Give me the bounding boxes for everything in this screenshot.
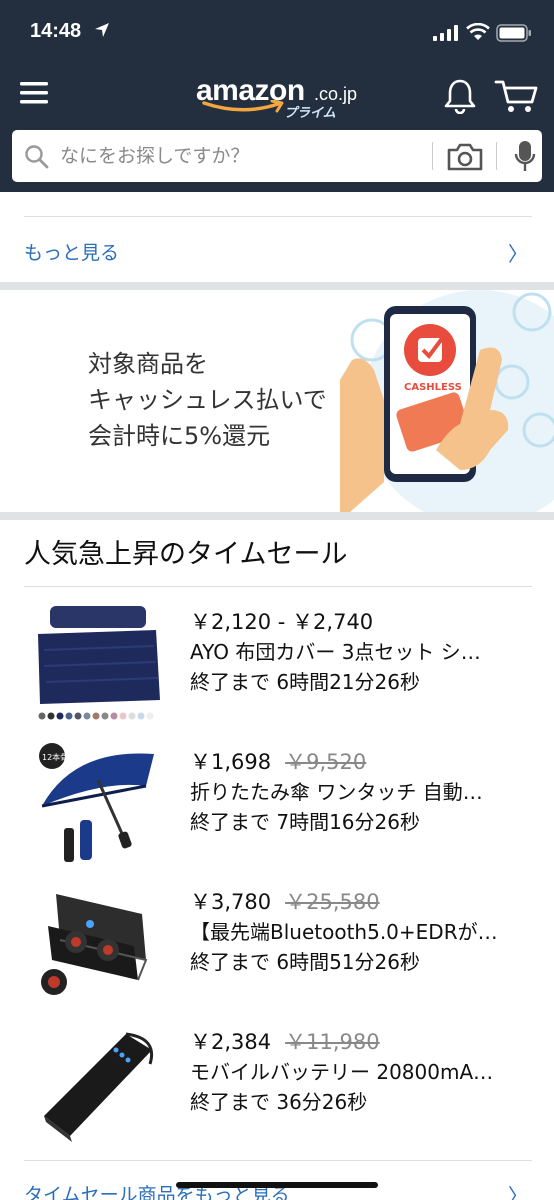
banner-text: 対象商品を キャッシュレス払いで 会計時に5%還元 <box>88 346 327 454</box>
product-image-earbuds <box>34 880 162 1004</box>
product-image-power-bank <box>34 1020 162 1144</box>
search-divider <box>432 142 433 170</box>
product-image-duvet-cover <box>34 600 162 724</box>
deal-item[interactable]: ￥3,780 ￥25,580 【最先端Bluetooth5.0+EDRが… 終了ま… <box>0 872 554 1012</box>
cashless-label: CASHLESS <box>404 382 462 393</box>
amazon-logo[interactable]: amazon .co.jp プライム <box>196 74 366 121</box>
wifi-icon <box>466 23 490 40</box>
product-image-umbrella: 12本骨 <box>34 740 162 864</box>
cart-icon[interactable] <box>494 78 538 114</box>
search-divider <box>496 142 497 170</box>
section-separator <box>0 512 554 520</box>
deal-title: 【最先端Bluetooth5.0+EDRが… <box>190 920 498 944</box>
location-arrow-icon <box>95 23 109 37</box>
logo-prime-label: プライム <box>284 106 336 121</box>
nav-bar: amazon .co.jp プライム <box>0 70 554 126</box>
see-more-label: もっと見る <box>24 242 120 264</box>
notification-bell-icon[interactable] <box>444 78 476 114</box>
deal-title: AYO 布団カバー 3点セット シ… <box>190 640 481 664</box>
banner-line: 対象商品を <box>88 350 208 378</box>
deal-title: モバイルバッテリー 20800mA… <box>190 1060 494 1084</box>
deal-price: ￥1,698 <box>190 750 272 774</box>
status-time: 14:48 <box>30 20 82 42</box>
deal-price-row: ￥2,120 - ￥2,740 <box>190 606 373 636</box>
deal-price: ￥2,120 - ￥2,740 <box>190 610 374 634</box>
divider <box>24 586 532 587</box>
banner-line: 会計時に5%還元 <box>88 422 271 450</box>
deal-item[interactable]: ￥2,384 ￥11,980 モバイルバッテリー 20800mA… 終了まで 36… <box>0 1012 554 1152</box>
banner-line: キャッシュレス払いで <box>88 386 327 414</box>
deal-timer: 終了まで 6時間51分26秒 <box>190 950 420 974</box>
see-more-link[interactable]: もっと見る 〉 <box>0 218 554 280</box>
camera-icon[interactable] <box>446 142 484 172</box>
chevron-right-icon: 〉 <box>508 1184 528 1200</box>
search-icon <box>25 145 49 169</box>
deal-price-row: ￥1,698 ￥9,520 <box>190 746 366 776</box>
deal-title: 折りたたみ傘 ワンタッチ 自動… <box>190 780 483 804</box>
section-separator <box>0 282 554 290</box>
home-indicator[interactable] <box>176 1182 378 1188</box>
divider <box>24 216 532 217</box>
deal-timer: 終了まで 36分26秒 <box>190 1090 368 1114</box>
amazon-smile-icon <box>202 100 284 113</box>
search-bar <box>12 130 542 182</box>
deal-item[interactable]: ￥2,120 - ￥2,740 AYO 布団カバー 3点セット シ… 終了まで … <box>0 592 554 732</box>
microphone-icon[interactable] <box>514 140 536 174</box>
cashless-phone-illustration: CASHLESS <box>340 290 554 512</box>
app-header: 14:48 amazon .co.jp プライム なにをお探しですか？ <box>0 0 554 192</box>
search-input[interactable] <box>60 130 420 182</box>
cellular-signal-icon <box>433 25 458 41</box>
deal-price-row: ￥3,780 ￥25,580 <box>190 886 380 916</box>
deal-price: ￥2,384 <box>190 1030 272 1054</box>
deal-price-row: ￥2,384 ￥11,980 <box>190 1026 380 1056</box>
deal-old-price: ￥9,520 <box>285 750 367 774</box>
deal-old-price: ￥11,980 <box>285 1030 380 1054</box>
deal-item[interactable]: 12本骨 ￥1,698 ￥9,520 折りたたみ傘 ワンタッチ 自動… 終了まで … <box>0 732 554 872</box>
cashless-promo-banner[interactable]: 対象商品を キャッシュレス払いで 会計時に5%還元 CASHLESS <box>0 290 554 512</box>
deal-timer: 終了まで 7時間16分26秒 <box>190 810 420 834</box>
chevron-right-icon: 〉 <box>508 242 528 266</box>
battery-icon <box>496 24 531 42</box>
deal-old-price: ￥25,580 <box>285 890 380 914</box>
divider <box>24 1160 532 1161</box>
image-badge-label: 12本骨 <box>42 752 68 762</box>
hamburger-menu-icon[interactable] <box>20 80 50 106</box>
status-bar: 14:48 <box>0 0 554 70</box>
deal-timer: 終了まで 6時間21分26秒 <box>190 670 420 694</box>
time-sale-title: 人気急上昇のタイムセール <box>24 539 348 570</box>
deal-price: ￥3,780 <box>190 890 272 914</box>
